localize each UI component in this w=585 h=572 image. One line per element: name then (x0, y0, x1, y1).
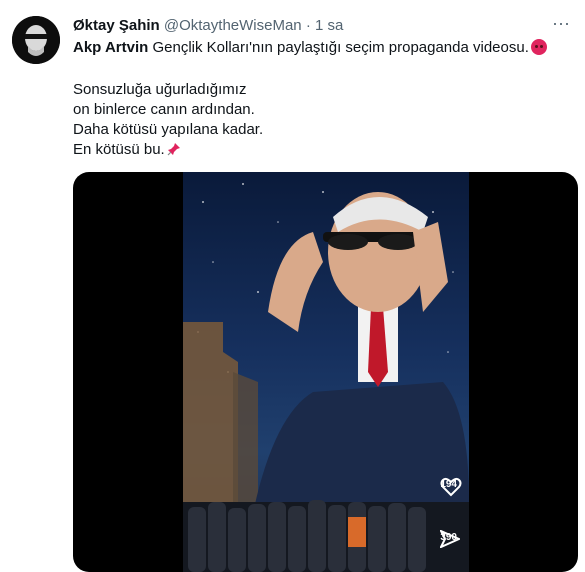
video-frame[interactable]: 194 390 (183, 172, 469, 572)
author-handle[interactable]: @OktaytheWiseMan (164, 17, 302, 34)
angry-face-emoji-icon (530, 39, 547, 55)
like-control[interactable]: 194 (440, 477, 462, 497)
pushpin-emoji-icon (167, 143, 180, 156)
more-options-icon[interactable]: ··· (549, 14, 573, 38)
share-control[interactable]: 390 (440, 530, 461, 548)
tweet-text: Akp Artvin Gençlik Kolları'nın paylaştığ… (73, 38, 573, 160)
avatar[interactable] (12, 16, 60, 64)
video-media[interactable]: 194 390 (73, 172, 578, 572)
tweet-header: Øktay Şahin @OktaytheWiseMan · 1 sa (73, 16, 343, 36)
timestamp[interactable]: 1 sa (315, 17, 343, 34)
tweet-line-last: En kötüsü bu. (73, 140, 573, 160)
heart-icon[interactable] (440, 477, 462, 497)
tweet-card[interactable]: Øktay Şahin @OktaytheWiseMan · 1 sa ··· … (0, 0, 585, 572)
tweet-line: Sonsuzluğa uğurladığımız (73, 81, 247, 98)
tweet-line-1: Akp Artvin Gençlik Kolları'nın paylaştığ… (73, 38, 573, 58)
video-thumbnail-image (183, 183, 469, 572)
tweet-paragraph: Sonsuzluğa uğurladığımız on binlerce can… (73, 80, 573, 160)
avatar-face-icon (12, 16, 60, 64)
mention-akp-artvin[interactable]: Akp Artvin (73, 39, 148, 56)
tweet-line: Daha kötüsü yapılana kadar. (73, 121, 264, 138)
tweet-line-1-text: Gençlik Kolları'nın paylaştığı seçim pro… (148, 39, 529, 56)
author-name[interactable]: Øktay Şahin (73, 17, 160, 34)
tweet-line-text: En kötüsü bu. (73, 141, 165, 158)
tweet-line: on binlerce canın ardından. (73, 101, 255, 118)
send-icon[interactable] (440, 530, 461, 548)
separator-dot: · (305, 17, 311, 34)
